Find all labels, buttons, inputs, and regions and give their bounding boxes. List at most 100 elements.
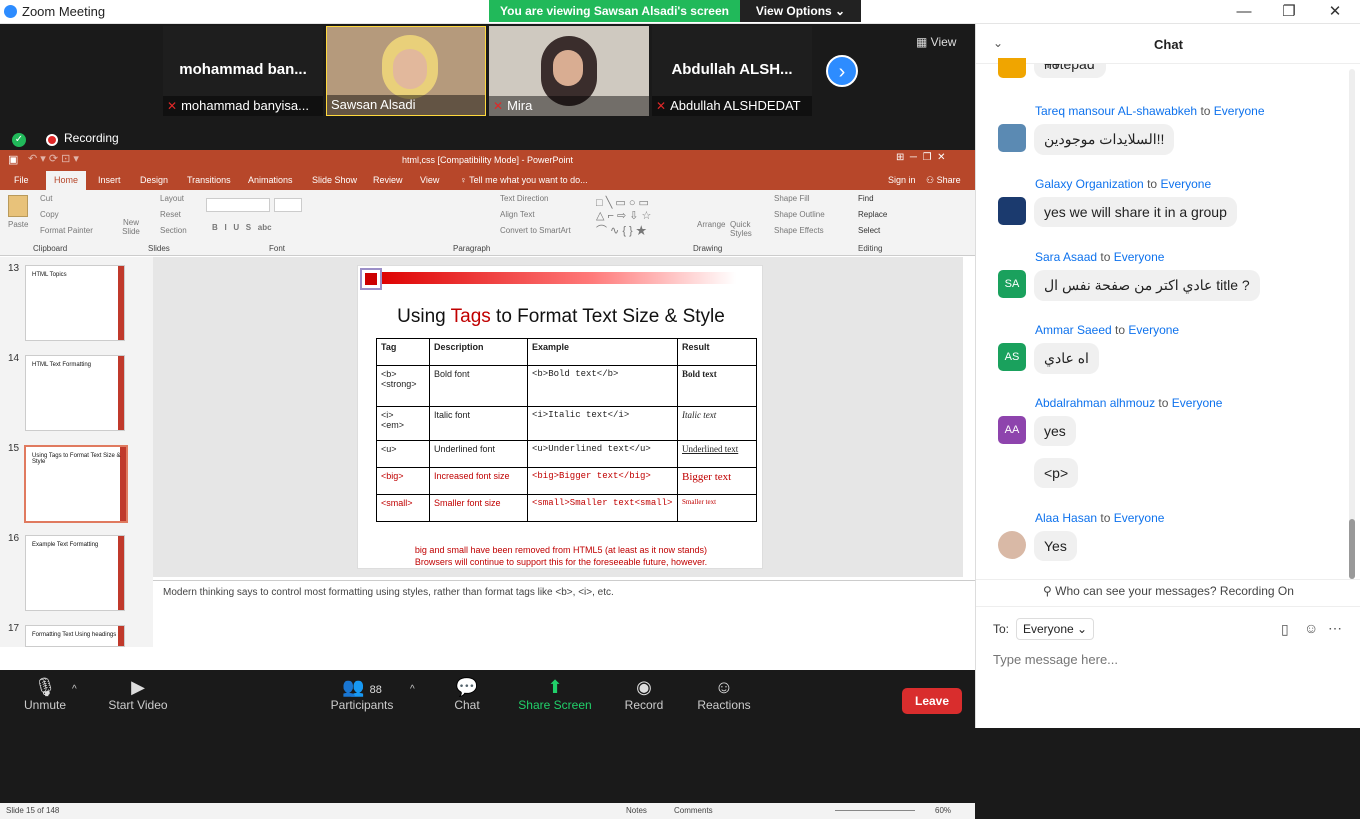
chat-message: Yes bbox=[1034, 531, 1077, 561]
tab-review[interactable]: Review bbox=[373, 175, 403, 185]
audio-options-chevron-icon[interactable]: ^ bbox=[72, 684, 77, 695]
maximize-button[interactable]: ❐ bbox=[1278, 2, 1300, 22]
tab-animations[interactable]: Animations bbox=[248, 175, 293, 185]
shape-outline-button[interactable]: Shape Outline bbox=[774, 210, 825, 219]
paste-button[interactable]: Paste bbox=[8, 220, 28, 229]
layout-button[interactable]: Layout bbox=[160, 194, 184, 203]
recording-label[interactable]: Recording bbox=[64, 131, 119, 145]
slide-thumbnail[interactable]: HTML Text Formatting bbox=[25, 355, 125, 431]
notes-toggle[interactable]: Notes bbox=[626, 806, 647, 815]
tab-design[interactable]: Design bbox=[140, 175, 168, 185]
tab-insert[interactable]: Insert bbox=[98, 175, 121, 185]
participant-name: ✕ Abdullah ALSHDEDAT bbox=[652, 96, 812, 116]
file-icon[interactable]: ▯ bbox=[1281, 621, 1289, 638]
tab-home[interactable]: Home bbox=[46, 171, 86, 190]
replace-button[interactable]: Replace bbox=[858, 210, 887, 219]
comments-toggle[interactable]: Comments bbox=[674, 806, 713, 815]
start-video-button[interactable]: ▶ Start Video bbox=[93, 676, 183, 712]
reactions-button[interactable]: ☺ Reactions bbox=[679, 676, 769, 712]
video-tile[interactable]: Sawsan Alsadi bbox=[326, 26, 486, 116]
shape-fill-button[interactable]: Shape Fill bbox=[774, 194, 810, 203]
arrange-button[interactable]: Arrange bbox=[697, 220, 725, 229]
zoom-level[interactable]: 60% bbox=[935, 806, 951, 815]
chat-message: yes bbox=[1034, 416, 1076, 446]
chat-scrollbar[interactable] bbox=[1349, 69, 1355, 579]
slide-thumbnail[interactable]: HTML Topics bbox=[25, 265, 125, 341]
chat-button[interactable]: 💬 Chat bbox=[422, 676, 512, 712]
share-screen-button[interactable]: ⬆ Share Screen bbox=[510, 676, 600, 712]
convert-smartart-button[interactable]: Convert to SmartArt bbox=[500, 226, 571, 235]
ppt-window-controls[interactable]: ⊞ ─ ❐ ✕ bbox=[896, 152, 945, 163]
text-direction-button[interactable]: Text Direction bbox=[500, 194, 548, 203]
section-button[interactable]: Section bbox=[160, 226, 187, 235]
video-tile[interactable]: mohammad ban... ✕ mohammad banyisa... bbox=[163, 26, 323, 116]
video-tile[interactable]: Abdullah ALSH... ✕ Abdullah ALSHDEDAT bbox=[652, 26, 812, 116]
slide-thumbnail-selected[interactable]: Using Tags to Format Text Size & Style bbox=[24, 445, 128, 523]
more-options-icon[interactable]: ⋯ bbox=[1328, 620, 1342, 637]
tab-slide-show[interactable]: Slide Show bbox=[312, 175, 357, 185]
view-options-button[interactable]: View Options ⌄ bbox=[740, 0, 861, 22]
result-cell: Bigger text bbox=[677, 467, 757, 495]
find-button[interactable]: Find bbox=[858, 194, 874, 203]
chat-message-input[interactable] bbox=[993, 649, 1323, 669]
shapes-gallery[interactable]: □ ╲ ▭ ○ ▭ △ ⌐ ⇨ ⇩ ☆ ⌒ ∿ { } ★ bbox=[596, 196, 651, 238]
example-cell: <big>Bigger text</big> bbox=[527, 467, 678, 495]
avatar bbox=[998, 124, 1026, 152]
shape-effects-button[interactable]: Shape Effects bbox=[774, 226, 824, 235]
quick-styles-button[interactable]: Quick Styles bbox=[730, 220, 756, 238]
participants-options-chevron-icon[interactable]: ^ bbox=[410, 684, 415, 695]
chat-message: yes we will share it in a group bbox=[1034, 197, 1237, 227]
view-layout-button[interactable]: ▦ View bbox=[916, 35, 956, 49]
paste-icon[interactable] bbox=[8, 195, 28, 217]
format-painter-button[interactable]: Format Painter bbox=[40, 226, 93, 235]
notes-pane[interactable]: Modern thinking says to control most for… bbox=[153, 580, 975, 647]
video-tile[interactable]: ✕ Mira bbox=[489, 26, 649, 116]
divider bbox=[976, 606, 1360, 607]
sign-in-link[interactable]: Sign in bbox=[888, 175, 916, 185]
smiley-plus-icon: ☺ bbox=[714, 677, 734, 697]
slide-title: Using Tags to Format Text Size & Style bbox=[397, 306, 725, 327]
chat-title: Chat bbox=[1154, 37, 1183, 52]
cut-button[interactable]: Cut bbox=[40, 194, 52, 203]
font-size-input[interactable] bbox=[274, 198, 302, 212]
record-button[interactable]: ◉ Record bbox=[599, 676, 689, 712]
align-text-button[interactable]: Align Text bbox=[500, 210, 535, 219]
leave-button[interactable]: Leave bbox=[902, 688, 962, 714]
desc-cell: Smaller font size bbox=[429, 494, 528, 522]
security-shield-icon[interactable]: ✓ bbox=[12, 133, 26, 147]
tag-cell: <b> <strong> bbox=[376, 365, 430, 407]
table-row: <small> Smaller font size <small>Smaller… bbox=[376, 494, 757, 522]
group-paragraph: Paragraph bbox=[453, 244, 491, 253]
tab-view[interactable]: View bbox=[420, 175, 439, 185]
copy-button[interactable]: Copy bbox=[40, 210, 59, 219]
participants-icon: 👥 88 bbox=[342, 677, 382, 697]
minimize-button[interactable]: — bbox=[1233, 2, 1255, 22]
reset-button[interactable]: Reset bbox=[160, 210, 181, 219]
chevron-down-icon: ⌄ bbox=[1077, 622, 1088, 636]
chat-scrollbar-thumb[interactable] bbox=[1349, 519, 1355, 579]
viewing-screen-label: You are viewing Sawsan Alsadi's screen bbox=[489, 0, 740, 22]
tab-transitions[interactable]: Transitions bbox=[187, 175, 231, 185]
to-label: To: bbox=[993, 622, 1010, 636]
emoji-icon[interactable]: ☺ bbox=[1304, 620, 1318, 636]
zoom-slider[interactable] bbox=[835, 810, 915, 811]
participants-button[interactable]: 👥 88 Participants bbox=[317, 676, 407, 712]
next-page-arrow-icon[interactable]: › bbox=[826, 55, 858, 87]
result-cell: Underlined text bbox=[677, 440, 757, 468]
example-cell: <u>Underlined text</u> bbox=[527, 440, 678, 468]
close-button[interactable]: ✕ bbox=[1324, 2, 1346, 22]
select-button[interactable]: Select bbox=[858, 226, 880, 235]
who-can-see-link[interactable]: ⚲ Who can see your messages? Recording O… bbox=[976, 584, 1360, 598]
new-slide-button[interactable]: New Slide bbox=[118, 218, 144, 236]
bold-icon[interactable]: B I U S abc bbox=[212, 223, 272, 232]
slide-thumbnail[interactable]: Example Text Formatting bbox=[25, 535, 125, 611]
font-family-input[interactable] bbox=[206, 198, 270, 212]
video-off-icon: ▶ bbox=[131, 677, 145, 697]
tab-file[interactable]: File bbox=[14, 175, 29, 185]
slide-thumbnail[interactable]: Formatting Text Using headings bbox=[25, 625, 125, 647]
chat-message: السلايدات موجودين!! bbox=[1034, 124, 1175, 155]
example-cell: <small>Smaller text<small> bbox=[527, 494, 678, 522]
thumb-number: 17 bbox=[8, 623, 20, 634]
recipient-select[interactable]: Everyone ⌄ bbox=[1016, 618, 1095, 640]
avatar: AA bbox=[998, 416, 1026, 444]
